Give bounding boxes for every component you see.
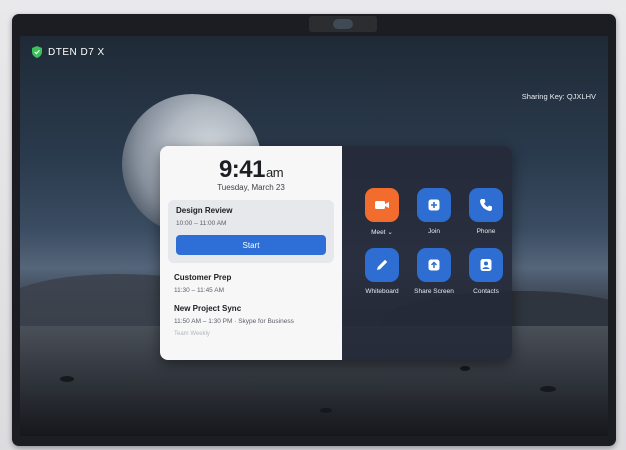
plus-icon[interactable]: [417, 188, 451, 222]
contacts-icon[interactable]: [469, 248, 503, 282]
device-name: DTEN D7 X: [48, 46, 105, 58]
app-label: Whiteboard: [365, 288, 399, 295]
meeting-time: 11:30 – 11:45 AM: [174, 287, 224, 294]
display-device: DTEN D7 X Sharing Key: QJXLHV 9:41am Tue…: [12, 14, 616, 446]
screen: DTEN D7 X Sharing Key: QJXLHV 9:41am Tue…: [20, 36, 608, 436]
shield-icon: [32, 46, 42, 58]
meeting-title: New Project Sync: [174, 304, 242, 313]
start-button[interactable]: Start: [176, 235, 326, 255]
time-ampm: am: [265, 165, 284, 180]
upload-icon[interactable]: [417, 248, 451, 282]
meeting-item[interactable]: Customer Prep 11:30 – 11:45 AM: [174, 273, 328, 294]
meeting-card-selected[interactable]: Design Review 10:00 – 11:00 AM Start: [168, 200, 334, 263]
camera-icon[interactable]: [365, 188, 399, 222]
app-launcher: Meet ⌄ Join Phone Whiteboard Share Scree…: [342, 146, 512, 360]
meeting-item[interactable]: New Project Sync 11:50 AM – 1:30 PM · Sk…: [174, 304, 328, 325]
app-contacts[interactable]: Contacts: [460, 248, 512, 295]
calendar-panel: 9:41am Tuesday, March 23 Design Review 1…: [160, 146, 342, 360]
app-grid: Meet ⌄ Join Phone Whiteboard Share Scree…: [356, 188, 512, 295]
rock: [320, 408, 332, 413]
app-label: Phone: [476, 228, 496, 235]
meeting-time: 10:00 – 11:00 AM: [176, 220, 227, 227]
meeting-title: Design Review: [176, 206, 233, 215]
app-label: Meet ⌄: [371, 229, 393, 236]
app-share-screen[interactable]: Share Screen: [408, 248, 460, 295]
app-label: Contacts: [473, 288, 499, 295]
meeting-title: Customer Prep: [174, 273, 232, 282]
app-phone[interactable]: Phone: [460, 188, 512, 236]
pencil-icon[interactable]: [365, 248, 399, 282]
app-label: Join: [428, 228, 440, 235]
sharing-key: Sharing Key: QJXLHV: [521, 92, 596, 101]
rock: [460, 366, 470, 371]
app-meet[interactable]: Meet ⌄: [356, 188, 408, 236]
clock: 9:41am Tuesday, March 23: [160, 156, 342, 192]
rock: [60, 376, 74, 382]
rock: [540, 386, 556, 392]
meeting-time: 11:50 AM – 1:30 PM · Skype for Business: [174, 318, 294, 325]
clock-date: Tuesday, March 23: [217, 183, 285, 192]
app-whiteboard[interactable]: Whiteboard: [356, 248, 408, 295]
brand: DTEN D7 X: [32, 46, 105, 58]
app-label: Share Screen: [414, 288, 454, 295]
app-join[interactable]: Join: [408, 188, 460, 236]
home-panel: 9:41am Tuesday, March 23 Design Review 1…: [160, 146, 512, 360]
webcam: [309, 16, 377, 32]
time-value: 9:41: [218, 156, 266, 183]
meeting-item-faded[interactable]: Team Weekly: [174, 331, 328, 337]
camera-lens: [333, 19, 353, 29]
clock-time: 9:41am: [160, 156, 342, 184]
phone-icon[interactable]: [469, 188, 503, 222]
